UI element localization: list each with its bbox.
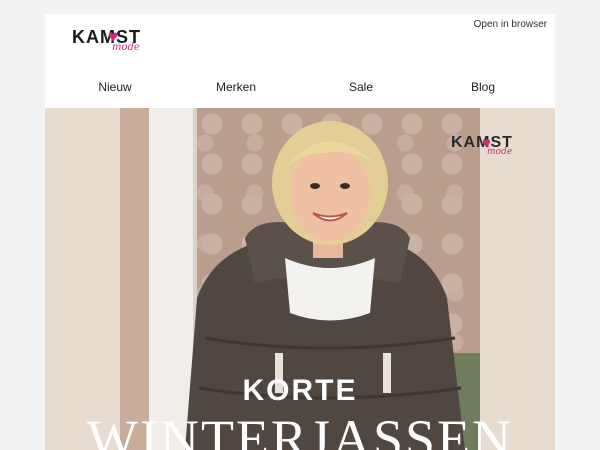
- nav-item-sale[interactable]: Sale: [349, 80, 373, 94]
- logo-subtext: mode: [112, 42, 140, 53]
- hero-logo: KAMST ♥ mode: [451, 134, 535, 160]
- main-navigation: Nieuw Merken Sale Blog: [45, 78, 555, 98]
- nav-item-blog[interactable]: Blog: [471, 80, 495, 94]
- hero-logo-subtext: mode: [487, 147, 513, 157]
- kamst-mode-logo[interactable]: KAMST ♥ mode: [72, 27, 148, 55]
- hero-banner[interactable]: KAMST ♥ mode KORTE WINTERJASSEN: [45, 108, 555, 450]
- nav-item-nieuw[interactable]: Nieuw: [98, 80, 131, 94]
- nav-item-merken[interactable]: Merken: [216, 80, 256, 94]
- open-in-browser-link[interactable]: Open in browser: [474, 19, 547, 30]
- hero-headline-line1: KORTE: [242, 374, 358, 407]
- email-container: KAMST ♥ mode Open in browser Nieuw Merke…: [45, 14, 555, 450]
- hero-headline-line2: WINTERJASSEN: [87, 409, 513, 450]
